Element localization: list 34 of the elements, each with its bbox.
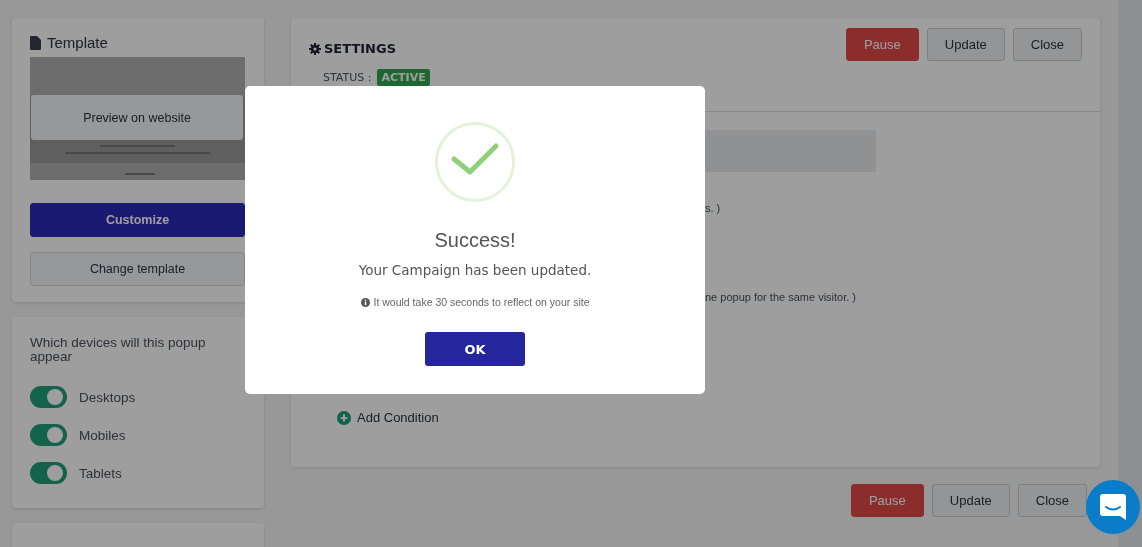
- checkmark-icon: [435, 122, 515, 202]
- status-label: STATUS :: [323, 71, 372, 84]
- device-label: Desktops: [79, 389, 136, 405]
- hint-text: ne popup for the same visitor. ): [705, 291, 858, 303]
- device-label: Tablets: [79, 465, 122, 481]
- info-icon: [360, 297, 370, 307]
- action-button[interactable]: Close: [1012, 28, 1082, 61]
- action-button[interactable]: Close: [1017, 484, 1087, 517]
- action-button[interactable]: Update: [931, 484, 1010, 517]
- toggle-switch[interactable]: [30, 424, 67, 446]
- device-label: Mobiles: [79, 427, 126, 443]
- dialog-message: Your Campaign has been updated.: [358, 262, 592, 278]
- status-badge: ACTIVE: [377, 69, 430, 86]
- chat-launcher-button[interactable]: [1086, 480, 1140, 534]
- ok-button[interactable]: OK: [425, 332, 525, 366]
- toggle-switch[interactable]: [30, 386, 67, 408]
- card-title: Template: [47, 34, 108, 51]
- document-icon: [30, 35, 41, 50]
- dialog-note: It would take 30 seconds to reflect on your site: [373, 296, 590, 308]
- plus-icon: [337, 410, 351, 425]
- pause-button[interactable]: Pause: [850, 484, 924, 517]
- pause-button[interactable]: Pause: [845, 28, 919, 61]
- section-title: SETTINGS: [324, 41, 397, 56]
- customize-button[interactable]: Customize: [30, 203, 245, 237]
- question-text: Which devices will this popup appear: [30, 336, 207, 364]
- toggle-switch[interactable]: [30, 462, 67, 484]
- dialog-title: Success!: [434, 229, 516, 252]
- chat-icon: [1100, 494, 1126, 520]
- add-condition-button[interactable]: Add Condition: [337, 410, 439, 425]
- preview-button[interactable]: Preview on website: [31, 95, 243, 140]
- action-button[interactable]: Update: [926, 28, 1005, 61]
- settings-icon: [309, 42, 321, 55]
- hint-text: s. ): [705, 202, 722, 214]
- change-template-button[interactable]: Change template: [30, 252, 245, 286]
